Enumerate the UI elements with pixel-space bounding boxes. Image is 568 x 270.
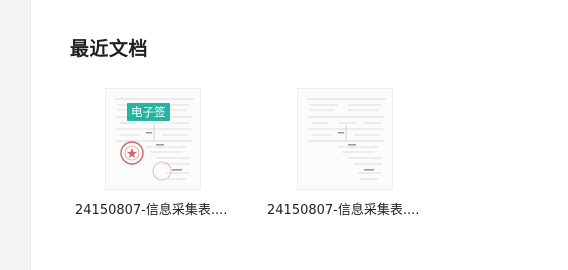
left-sidebar — [0, 0, 31, 270]
document-name[interactable]: 24150807-信息采集表.... — [75, 199, 227, 218]
section-title: 最近文档 — [70, 38, 149, 60]
e-signature-badge: 电子签 — [127, 103, 170, 121]
doc-card[interactable]: 24150807-信息采集表.... — [264, 88, 439, 228]
document-preview-graphic — [306, 98, 386, 180]
document-name[interactable]: 24150807-信息采集表.... — [267, 199, 419, 218]
doc-card[interactable]: 电子签 24150807-信息采集表.... — [72, 88, 247, 228]
document-thumbnail[interactable] — [297, 88, 393, 190]
